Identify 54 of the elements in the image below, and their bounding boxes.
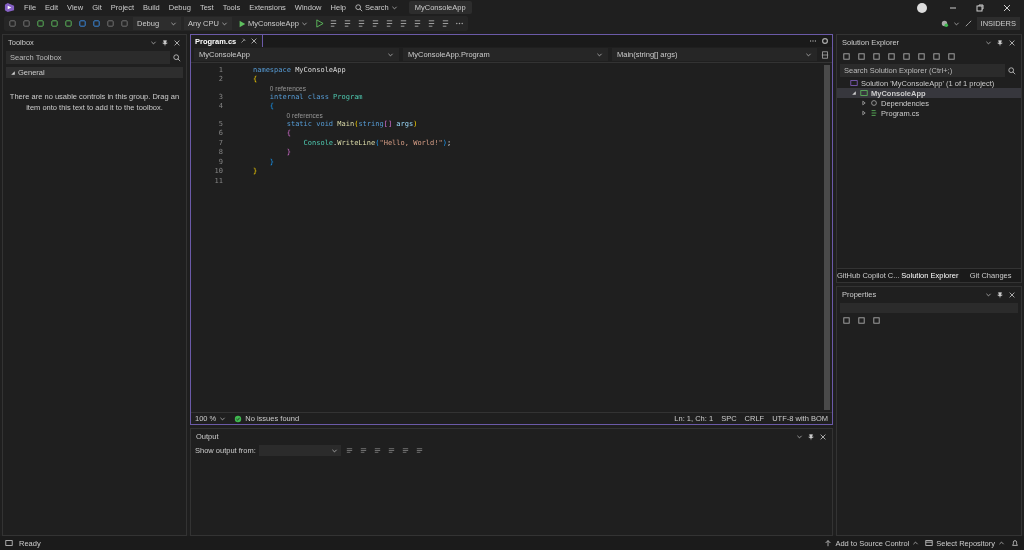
output-icon[interactable] — [5, 539, 13, 547]
pin-icon[interactable] — [996, 290, 1004, 299]
outdent-icon[interactable] — [384, 19, 394, 28]
chevron-up-icon — [912, 539, 920, 547]
chevron-down-icon — [596, 51, 603, 58]
chevron-down-icon — [219, 415, 227, 422]
chevron-down-icon[interactable] — [150, 39, 157, 46]
chevron-down-icon — [221, 20, 228, 27]
close-icon[interactable] — [1008, 290, 1016, 299]
restore-icon[interactable] — [975, 2, 985, 13]
run-icon[interactable] — [314, 19, 324, 28]
close-icon[interactable] — [1002, 2, 1012, 13]
search-icon — [355, 3, 363, 12]
chevron-down-icon[interactable] — [796, 433, 803, 440]
solution-icon — [850, 79, 858, 87]
pin-icon[interactable] — [239, 37, 248, 45]
notification-icon[interactable] — [1011, 539, 1019, 547]
more-icon[interactable] — [809, 37, 817, 45]
search-icon[interactable] — [1008, 66, 1016, 75]
pin-icon[interactable] — [161, 38, 169, 47]
pin-icon[interactable] — [807, 432, 815, 441]
expander-icon[interactable] — [861, 110, 867, 116]
chevron-down-icon[interactable] — [952, 20, 960, 27]
project-icon — [860, 89, 868, 97]
arrow-up-icon — [824, 539, 833, 547]
account-avatar[interactable] — [917, 2, 927, 13]
chevron-down-icon — [300, 20, 308, 27]
dependencies-icon — [870, 99, 878, 107]
expander-icon[interactable] — [851, 90, 857, 96]
check-circle-icon — [234, 414, 243, 423]
app-logo-icon — [4, 2, 15, 13]
chevron-up-icon — [998, 539, 1005, 547]
split-icon[interactable] — [821, 50, 829, 59]
copilot-icon[interactable] — [939, 19, 949, 28]
repository-icon — [925, 539, 934, 547]
search-icon[interactable] — [173, 53, 181, 62]
close-icon[interactable] — [1008, 38, 1016, 47]
chevron-down-icon — [805, 51, 812, 58]
pin-icon[interactable] — [996, 38, 1004, 47]
play-icon — [238, 19, 246, 28]
scrollbar[interactable] — [824, 65, 830, 410]
chevron-down-icon — [170, 20, 177, 27]
settings-icon[interactable] — [821, 37, 829, 45]
chevron-down-icon[interactable] — [985, 291, 992, 298]
expander-icon[interactable] — [861, 100, 867, 106]
chevron-down-icon — [330, 447, 338, 454]
close-icon[interactable] — [250, 37, 259, 45]
indent-icon[interactable] — [370, 19, 380, 28]
csharp-file-icon — [870, 109, 878, 117]
chevron-down-icon — [390, 4, 398, 11]
close-icon[interactable] — [819, 432, 827, 441]
close-icon[interactable] — [173, 38, 181, 47]
chevron-down-icon[interactable] — [985, 39, 992, 46]
chevron-down-icon — [387, 51, 394, 58]
